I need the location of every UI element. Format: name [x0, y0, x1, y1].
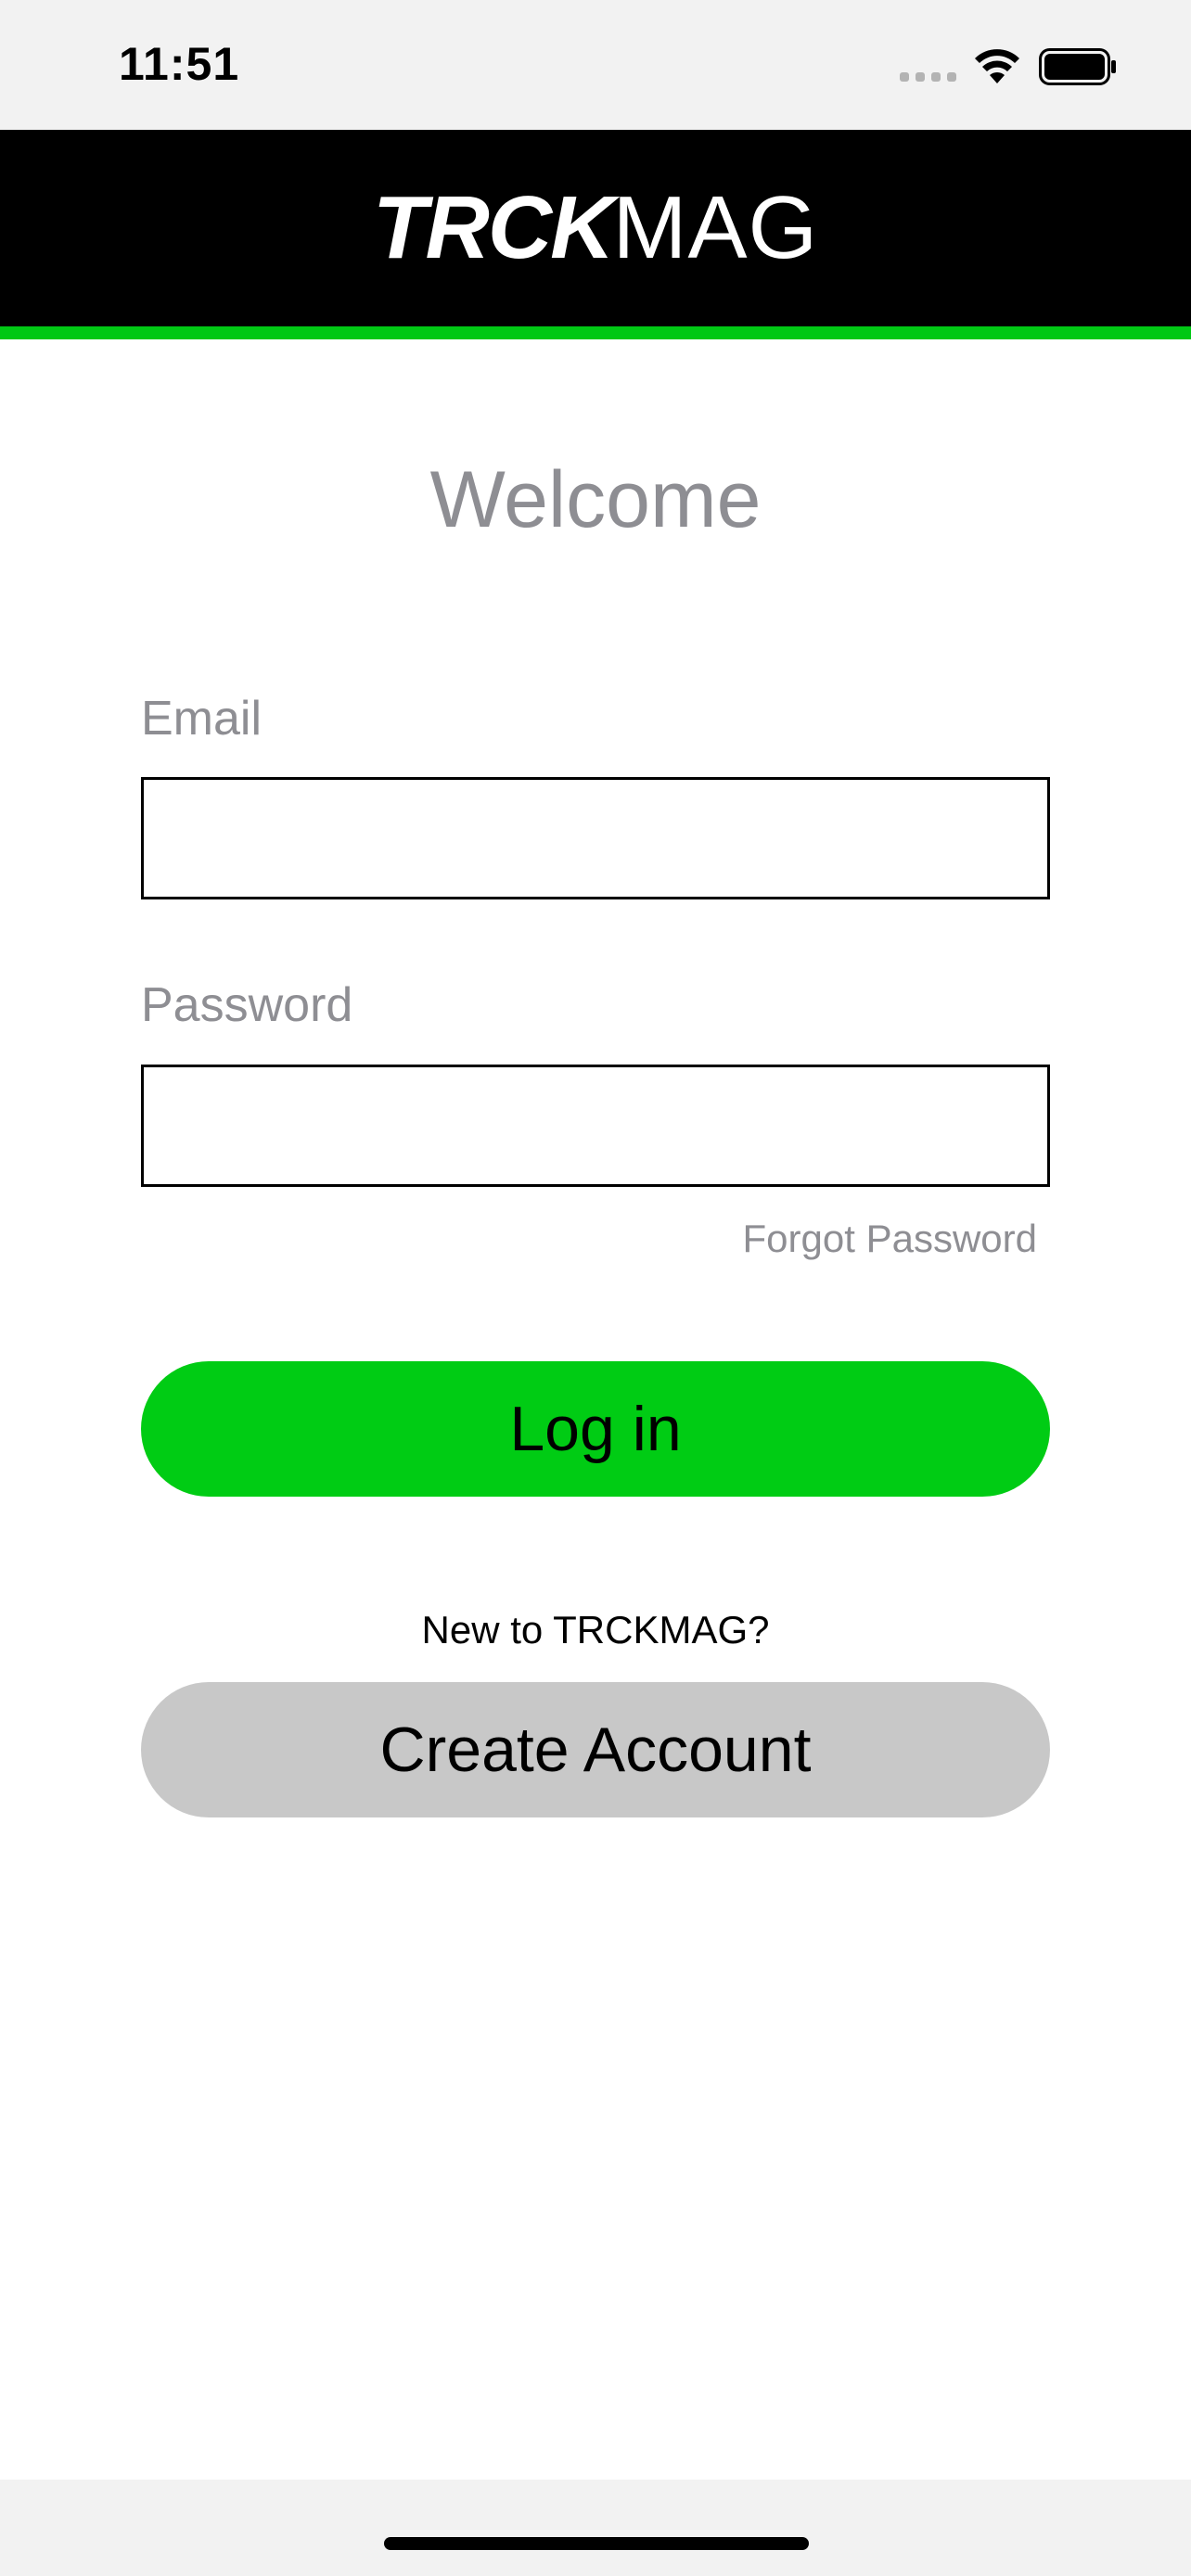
email-label: Email	[141, 692, 263, 746]
status-time: 11:51	[119, 38, 240, 90]
signup-prompt: New to TRCKMAG?	[421, 1608, 770, 1651]
trckmag-logo: TRCK MAG	[0, 130, 1191, 326]
bottom-safe-area	[0, 2480, 1191, 2576]
header-accent-stripe	[0, 326, 1191, 339]
forgot-password-link[interactable]: Forgot Password	[557, 1217, 1037, 1261]
signal-icon	[900, 72, 957, 83]
logo-light-text: MAG	[612, 178, 819, 277]
battery-icon	[1039, 48, 1116, 85]
wifi-icon	[975, 49, 1019, 83]
login-button[interactable]: Log in	[141, 1361, 1050, 1497]
status-bar: 11:51	[0, 0, 1191, 130]
home-indicator[interactable]	[384, 2537, 809, 2550]
login-screen: 11:51 TRCK MAG Welcome Email Password For…	[0, 0, 1191, 2576]
logo-bold-text: TRCK	[372, 178, 615, 277]
password-field[interactable]	[141, 1065, 1050, 1187]
page-title: Welcome	[429, 455, 762, 544]
email-field[interactable]	[141, 777, 1050, 899]
create-account-button[interactable]: Create Account	[141, 1682, 1050, 1817]
password-label: Password	[141, 978, 353, 1032]
